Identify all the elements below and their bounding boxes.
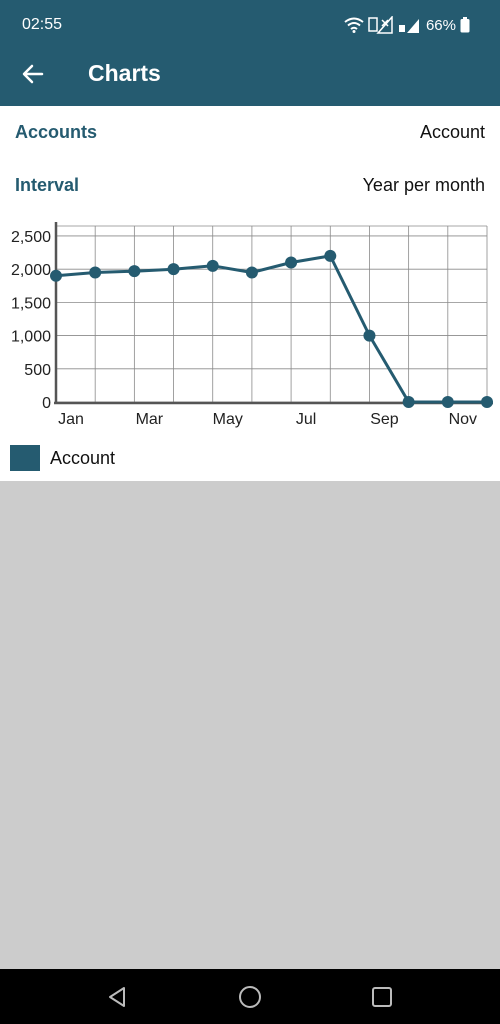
x-tick-label: Jan	[58, 411, 84, 428]
x-tick-label: Mar	[136, 411, 164, 428]
arrow-left-icon	[22, 64, 44, 84]
y-tick-label: 1,000	[11, 329, 51, 346]
line-chart: 0 500 1,000 1,500 2,000 2,500 Jan Mar May Jul Sep N…	[11, 222, 493, 428]
y-tick-label: 500	[24, 362, 51, 379]
system-nav-bar	[0, 969, 500, 1024]
y-tick-label: 1,500	[11, 295, 51, 312]
chart-legend: Account	[10, 443, 115, 473]
wifi-icon	[344, 17, 364, 33]
y-tick-label: 2,500	[11, 229, 51, 246]
x-tick-label: Nov	[449, 411, 477, 428]
battery-icon	[460, 17, 470, 33]
y-tick-label: 2,000	[11, 262, 51, 279]
data-point	[128, 265, 141, 278]
data-point	[167, 263, 180, 276]
data-point	[481, 396, 493, 408]
recents-square-icon	[372, 987, 392, 1007]
status-time: 02:55	[22, 16, 63, 33]
back-button[interactable]	[16, 58, 50, 90]
status-icons: 66%	[344, 14, 470, 36]
y-tick-label: 0	[42, 395, 51, 412]
data-point	[441, 396, 454, 408]
signal-icon	[368, 16, 393, 34]
nav-back-button[interactable]	[102, 983, 132, 1011]
signal-icon	[398, 19, 419, 33]
data-point	[402, 396, 415, 408]
app-bar: 02:55 66% Charts	[0, 0, 500, 106]
legend-swatch	[10, 445, 40, 471]
chart-settings-panel: Accounts Account Interval Year per month…	[0, 106, 500, 481]
x-tick-label: Sep	[370, 411, 399, 428]
data-point	[324, 249, 337, 262]
interval-label[interactable]: Interval	[15, 175, 79, 196]
nav-home-button[interactable]	[235, 983, 265, 1011]
data-point	[206, 259, 219, 272]
interval-value[interactable]: Year per month	[363, 175, 485, 196]
page-title: Charts	[88, 60, 161, 86]
battery-percent: 66%	[425, 16, 456, 34]
accounts-label[interactable]: Accounts	[15, 122, 97, 143]
x-tick-label: May	[213, 411, 243, 428]
legend-label: Account	[50, 447, 116, 468]
back-triangle-icon	[109, 987, 125, 1007]
data-point	[50, 269, 62, 282]
home-circle-icon	[239, 986, 261, 1008]
series-line	[55, 254, 487, 404]
nav-recents-button[interactable]	[367, 983, 397, 1011]
status-bar: 02:55 66%	[0, 0, 500, 52]
x-tick-label: Jul	[296, 411, 316, 428]
data-point	[89, 266, 102, 279]
data-point	[245, 266, 258, 279]
data-point	[363, 329, 376, 342]
data-point	[285, 256, 298, 269]
accounts-value[interactable]: Account	[420, 122, 485, 143]
